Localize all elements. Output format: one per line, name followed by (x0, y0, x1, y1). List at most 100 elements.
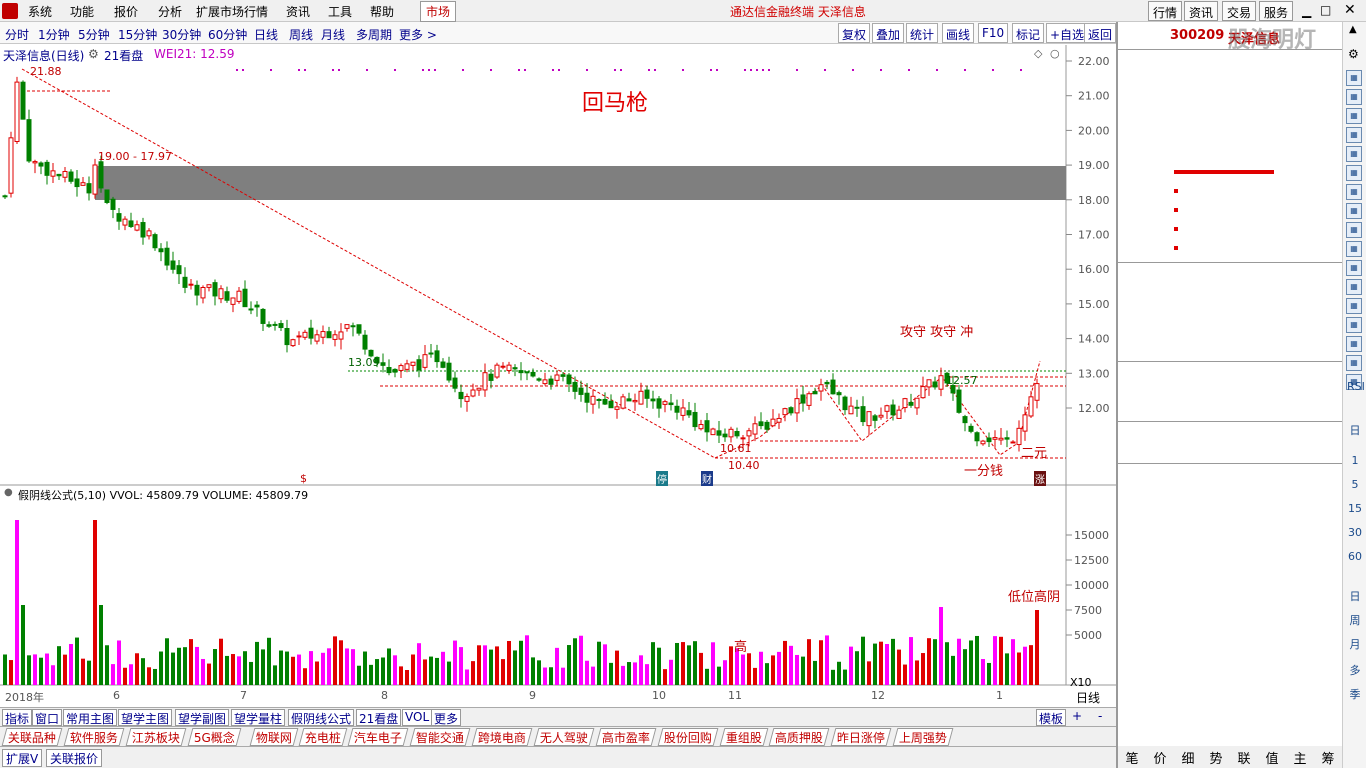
sidebar-tool-icon[interactable]: ▦ (1346, 127, 1362, 143)
tab-indicator[interactable]: 指标 (2, 709, 33, 726)
tool-stats[interactable]: 统计 (906, 23, 939, 43)
maximize-icon[interactable]: □ (1320, 3, 1331, 17)
tab-common-main[interactable]: 常用主图 (63, 709, 118, 726)
sidebar-tool-icon[interactable]: ▦ (1346, 222, 1362, 238)
quote-tab-button[interactable]: 值 (1258, 746, 1286, 768)
sector-tab[interactable]: 5G概念 (187, 728, 242, 746)
period-monthly[interactable]: 月线 (321, 26, 345, 43)
menu-help[interactable]: 帮助 (370, 3, 394, 20)
period-weekly[interactable]: 周线 (289, 26, 313, 43)
menu-market[interactable]: 市场 (420, 1, 457, 22)
sector-tab[interactable]: 充电桩 (298, 728, 348, 746)
minimize-icon[interactable]: ▁ (1302, 4, 1311, 18)
tool-restore-rights[interactable]: 复权 (838, 23, 871, 43)
tab-wangxue-main[interactable]: 望学主图 (118, 709, 173, 726)
menu-ext-market[interactable]: 扩展市场行情 (196, 3, 268, 20)
sidebar-tool-icon[interactable]: ▦ (1346, 203, 1362, 219)
period-5min[interactable]: 5分钟 (78, 26, 110, 43)
quote-tab-button[interactable]: 笔 (1118, 746, 1146, 768)
menu-news[interactable]: 资讯 (286, 3, 310, 20)
sidebar-tool-icon[interactable]: ▦ (1346, 298, 1362, 314)
tab-remove[interactable]: - (1096, 709, 1104, 726)
sidebar-period-item[interactable]: RSI (1347, 380, 1365, 393)
kline-chart-area[interactable]: 22.00 21.00 20.00 19.00 18.00 17.00 16.00 15.00… (0, 45, 1116, 707)
sector-tab[interactable]: 软件服务 (63, 728, 125, 746)
sector-tab[interactable]: 高质押股 (768, 728, 830, 746)
period-intraday[interactable]: 分时 (5, 26, 29, 43)
sidebar-tool-icon[interactable]: ▦ (1346, 336, 1362, 352)
sidebar-period-item[interactable]: 60 (1347, 550, 1363, 563)
quote-tab-button[interactable]: 主 (1286, 746, 1314, 768)
btn-trade[interactable]: 交易 (1222, 1, 1257, 21)
tool-mark[interactable]: 标记 (1012, 23, 1045, 43)
sidebar-tool-icon[interactable]: ▦ (1346, 108, 1362, 124)
scroll-up-icon[interactable]: ▲ (1349, 24, 1357, 35)
period-multi[interactable]: 多周期 (356, 26, 392, 43)
period-1min[interactable]: 1分钟 (38, 26, 70, 43)
sidebar-period-item[interactable]: 日 (1347, 588, 1363, 604)
menu-system[interactable]: 系统 (28, 3, 52, 20)
sector-tab[interactable]: 物联网 (249, 728, 299, 746)
tab-extend[interactable]: 扩展V (2, 749, 43, 767)
menu-tools[interactable]: 工具 (328, 3, 352, 20)
sidebar-period-item[interactable]: 多 (1347, 662, 1363, 678)
quote-tab-button[interactable]: 细 (1174, 746, 1202, 768)
tool-f10[interactable]: F10 (978, 23, 1009, 43)
tick-list[interactable] (1118, 465, 1342, 745)
sidebar-tool-icon[interactable]: ▦ (1346, 317, 1362, 333)
period-30min[interactable]: 30分钟 (162, 26, 201, 43)
diamond-icon[interactable]: ◇ (1034, 47, 1042, 60)
btn-service[interactable]: 服务 (1259, 1, 1294, 21)
sector-tab[interactable]: 跨境电商 (471, 728, 533, 746)
tool-add-favorite[interactable]: +自选 (1046, 23, 1089, 43)
tool-back[interactable]: 返回 (1084, 23, 1116, 43)
tab-vol[interactable]: VOL (402, 709, 433, 726)
sidebar-tool-icon[interactable]: ▦ (1346, 70, 1362, 86)
sidebar-settings-icon[interactable]: ⚙ (1348, 47, 1359, 61)
period-daily[interactable]: 日线 (254, 26, 278, 43)
sidebar-tool-icon[interactable]: ▦ (1346, 146, 1362, 162)
sidebar-period-item[interactable]: 月 (1347, 636, 1363, 652)
sidebar-tool-icon[interactable]: ▦ (1346, 165, 1362, 181)
sector-tab[interactable]: 股份回购 (657, 728, 719, 746)
tab-21-board[interactable]: 21看盘 (356, 709, 402, 726)
sidebar-period-item[interactable]: 15 (1347, 502, 1363, 515)
tab-wangxue-sub[interactable]: 望学副图 (175, 709, 230, 726)
menu-analysis[interactable]: 分析 (158, 3, 182, 20)
tab-window[interactable]: 窗口 (32, 709, 63, 726)
sidebar-tool-icon[interactable]: ▦ (1346, 260, 1362, 276)
marker-ting-icon[interactable]: 停 (656, 471, 668, 486)
tab-add[interactable]: + (1070, 709, 1084, 726)
marker-zhang-icon[interactable]: 涨 (1034, 471, 1046, 486)
tool-overlay[interactable]: 叠加 (872, 23, 905, 43)
sidebar-tool-icon[interactable]: ▦ (1346, 184, 1362, 200)
sidebar-period-item[interactable]: 30 (1347, 526, 1363, 539)
period-15min[interactable]: 15分钟 (118, 26, 157, 43)
period-60min[interactable]: 60分钟 (208, 26, 247, 43)
sector-tab[interactable]: 关联品种 (1, 728, 63, 746)
period-more[interactable]: 更多 > (399, 26, 437, 43)
sector-tab[interactable]: 无人驾驶 (533, 728, 595, 746)
sector-tab[interactable]: 重组股 (719, 728, 769, 746)
sector-tab[interactable]: 昨日涨停 (830, 728, 892, 746)
app-logo-icon[interactable] (2, 3, 18, 19)
quote-tab-button[interactable]: 势 (1202, 746, 1230, 768)
menu-quote[interactable]: 报价 (114, 3, 138, 20)
tool-draw[interactable]: 画线 (942, 23, 975, 43)
sidebar-period-item[interactable]: 周 (1347, 612, 1363, 628)
sector-tab[interactable]: 智能交通 (409, 728, 471, 746)
marker-cai-icon[interactable]: 财 (701, 471, 713, 486)
menu-function[interactable]: 功能 (70, 3, 94, 20)
settings-icon[interactable]: ⚙ (88, 47, 99, 61)
collapse-icon[interactable]: ● (4, 487, 13, 498)
sidebar-tool-icon[interactable]: ▦ (1346, 89, 1362, 105)
quote-tab-button[interactable]: 筹 (1314, 746, 1342, 768)
sidebar-period-item[interactable]: 季 (1347, 686, 1363, 702)
quote-tab-button[interactable]: 联 (1230, 746, 1258, 768)
sector-tab[interactable]: 江苏板块 (125, 728, 187, 746)
tab-fake-yin[interactable]: 假阴线公式 (288, 709, 355, 726)
sidebar-tool-icon[interactable]: ▦ (1346, 279, 1362, 295)
sidebar-tool-icon[interactable]: ▦ (1346, 241, 1362, 257)
sector-tab[interactable]: 上周强势 (892, 728, 954, 746)
sidebar-period-item[interactable]: 1 (1347, 454, 1363, 467)
